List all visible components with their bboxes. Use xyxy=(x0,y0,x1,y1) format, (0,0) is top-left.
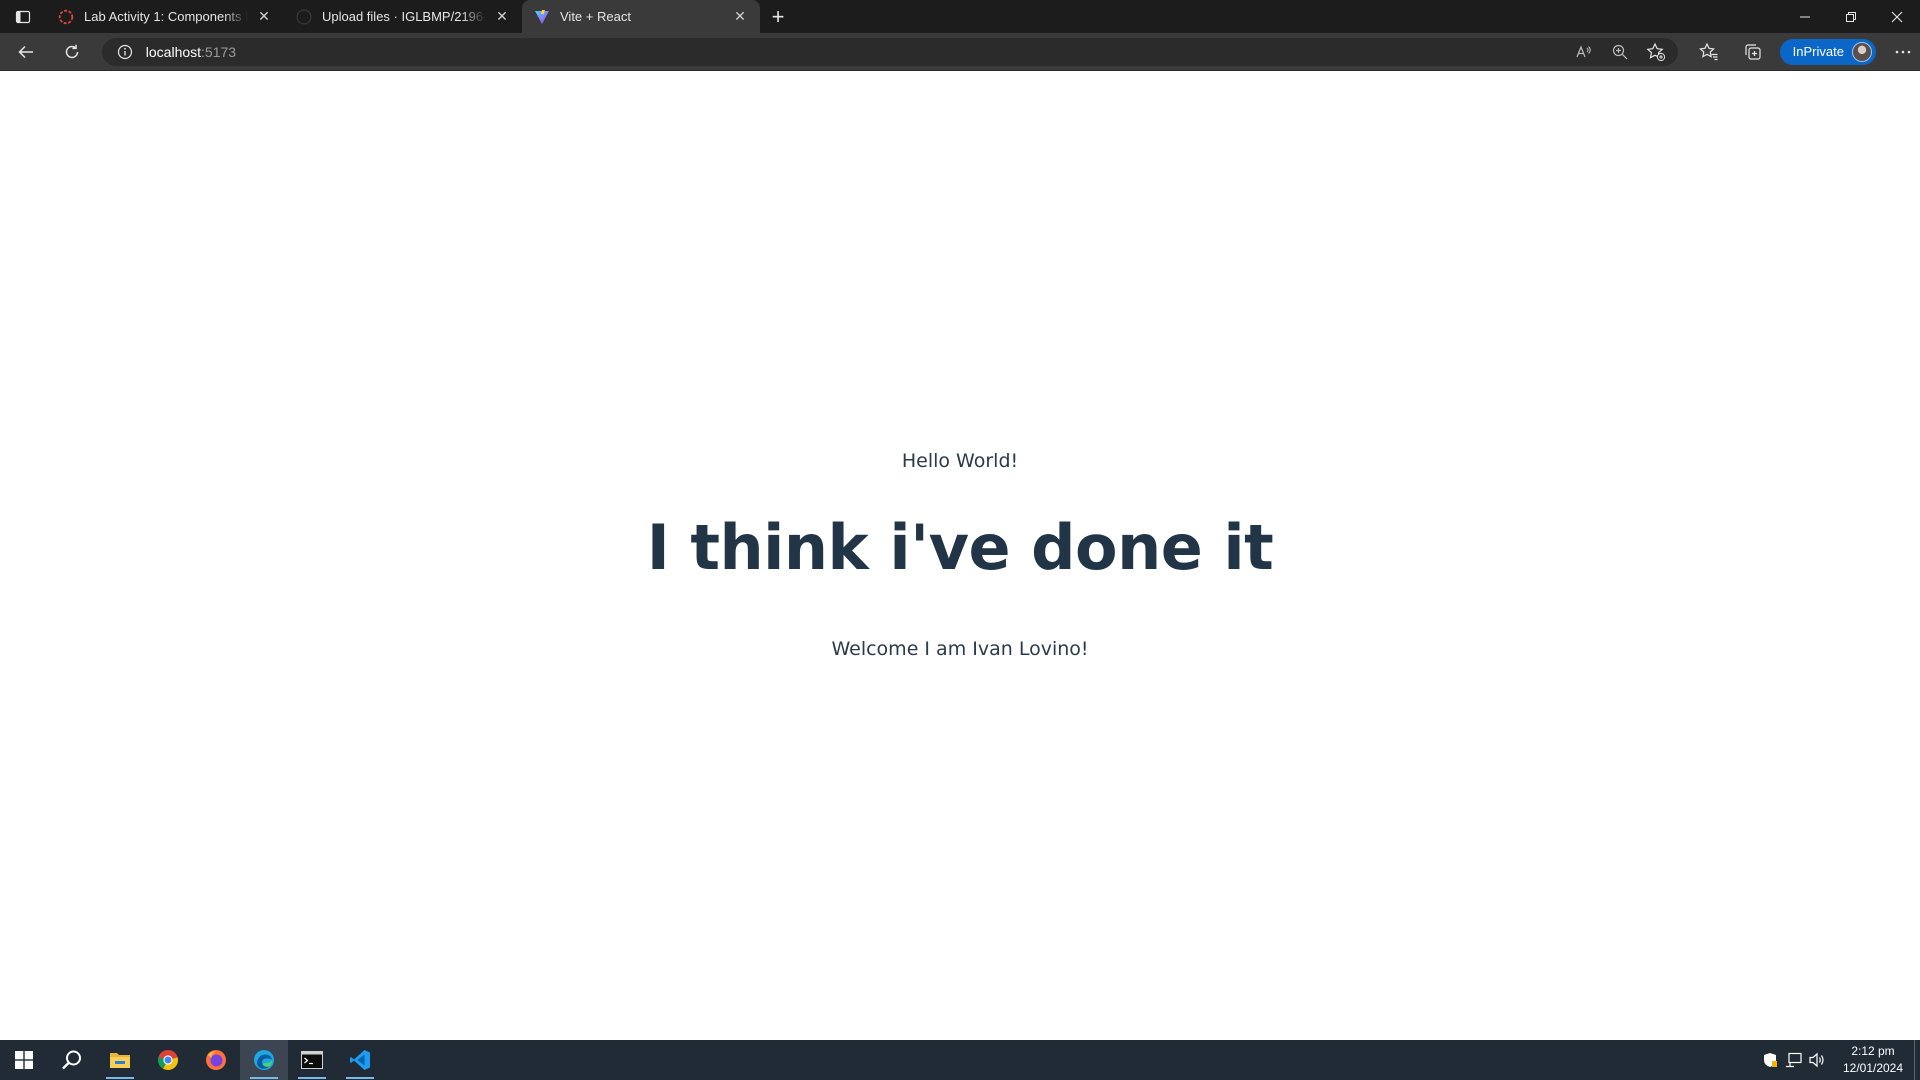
edge-icon xyxy=(254,1050,274,1070)
profile-avatar xyxy=(1851,41,1872,62)
tab-title: Upload files · IGLBMP/2196-BCH xyxy=(322,9,486,24)
window-controls xyxy=(1782,0,1920,33)
collections-icon xyxy=(1745,43,1761,60)
page-heading: I think i've done it xyxy=(646,511,1274,584)
taskbar-vscode[interactable] xyxy=(336,1040,384,1080)
add-favorite-icon[interactable] xyxy=(1644,40,1668,64)
taskbar-chrome[interactable] xyxy=(144,1040,192,1080)
settings-more-button[interactable] xyxy=(1886,37,1920,67)
volume-icon[interactable] xyxy=(1806,1040,1830,1080)
windows-start-icon xyxy=(15,1051,33,1069)
tab-vite-react[interactable]: Vite + React ✕ xyxy=(522,0,760,33)
minimize-icon xyxy=(1800,16,1810,17)
site-info-icon[interactable] xyxy=(116,43,134,61)
minimize-button[interactable] xyxy=(1782,0,1828,33)
close-window-button[interactable] xyxy=(1874,0,1920,33)
tab-actions-icon xyxy=(15,10,31,23)
taskbar-terminal[interactable] xyxy=(288,1040,336,1080)
refresh-button[interactable] xyxy=(52,36,92,68)
hello-text: Hello World! xyxy=(901,450,1019,472)
page-content: Hello World! I think i've done it Welcom… xyxy=(0,71,1920,1040)
taskbar-edge[interactable] xyxy=(240,1040,288,1080)
taskbar-search-button[interactable] xyxy=(48,1040,96,1080)
restore-button[interactable] xyxy=(1828,0,1874,33)
close-tab-icon[interactable]: ✕ xyxy=(730,7,750,27)
inprivate-label: InPrivate xyxy=(1792,44,1844,59)
back-button[interactable] xyxy=(6,36,46,68)
windows-taskbar: 2:12 pm 12/01/2024 xyxy=(0,1040,1920,1080)
plus-icon: + xyxy=(771,3,785,29)
browser-tab-bar: Lab Activity 1: Components Dem ✕ Upload … xyxy=(0,0,1920,33)
system-clock[interactable]: 2:12 pm 12/01/2024 xyxy=(1836,1043,1910,1077)
tab-upload-files[interactable]: Upload files · IGLBMP/2196-BCH ✕ xyxy=(284,0,522,33)
favorites-button[interactable] xyxy=(1692,37,1726,67)
close-icon xyxy=(1891,11,1903,22)
security-shield-icon[interactable] xyxy=(1758,1040,1782,1080)
address-bar-actions xyxy=(1572,40,1668,64)
start-button[interactable] xyxy=(0,1040,48,1080)
show-desktop-button[interactable] xyxy=(1914,1040,1920,1080)
vscode-icon xyxy=(350,1050,370,1070)
close-tab-icon[interactable]: ✕ xyxy=(492,7,512,27)
inprivate-button[interactable]: InPrivate xyxy=(1779,38,1876,65)
new-tab-button[interactable]: + xyxy=(760,0,796,33)
tab-lab-activity[interactable]: Lab Activity 1: Components Dem ✕ xyxy=(46,0,284,33)
network-icon[interactable] xyxy=(1782,1040,1806,1080)
clock-time: 2:12 pm xyxy=(1851,1044,1895,1058)
close-tab-icon[interactable]: ✕ xyxy=(254,7,274,27)
read-aloud-icon[interactable] xyxy=(1572,40,1596,64)
vite-icon xyxy=(534,9,550,25)
tab-title: Lab Activity 1: Components Dem xyxy=(84,9,248,24)
chrome-icon xyxy=(157,1050,179,1071)
favorites-icon xyxy=(1698,42,1718,60)
refresh-icon xyxy=(65,44,79,58)
arrow-left-icon xyxy=(18,45,33,58)
url-host: localhost xyxy=(145,43,202,60)
search-icon xyxy=(62,1050,81,1070)
more-dots-icon xyxy=(1895,50,1911,53)
terminal-icon xyxy=(301,1051,323,1069)
address-bar[interactable]: localhost:5173 xyxy=(101,37,1678,66)
url-port: :5173 xyxy=(201,43,237,60)
taskbar-firefox[interactable] xyxy=(192,1040,240,1080)
zoom-icon[interactable] xyxy=(1608,40,1632,64)
tab-actions-button[interactable] xyxy=(0,0,46,33)
file-explorer-icon xyxy=(110,1053,130,1068)
browser-toolbar: localhost:5173 InPrivate xyxy=(0,33,1920,71)
restore-icon xyxy=(1846,11,1856,22)
firefox-icon xyxy=(206,1050,226,1070)
system-tray: 2:12 pm 12/01/2024 xyxy=(1758,1040,1920,1080)
github-icon xyxy=(296,9,312,25)
welcome-text: Welcome I am Ivan Lovino! xyxy=(831,638,1089,660)
collections-button[interactable] xyxy=(1736,37,1770,67)
lab-activity-icon xyxy=(58,9,74,25)
clock-date: 12/01/2024 xyxy=(1842,1061,1904,1075)
toolbar-actions: InPrivate xyxy=(1692,37,1920,67)
url-text: localhost:5173 xyxy=(146,44,236,60)
taskbar-file-explorer[interactable] xyxy=(96,1040,144,1080)
tab-title: Vite + React xyxy=(560,9,631,24)
